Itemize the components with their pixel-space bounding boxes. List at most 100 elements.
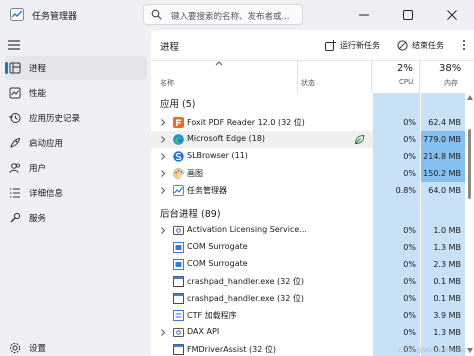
end-task-button[interactable]: 结束任务: [397, 36, 444, 54]
process-name: Activation Licensing Service...: [187, 225, 307, 234]
service-icon: [173, 328, 184, 337]
task-manager-logo-icon: [10, 8, 24, 21]
scroll-down-arrow-icon[interactable]: [467, 348, 473, 353]
process-name: 画图: [187, 169, 203, 178]
app-window-icon: [173, 276, 184, 287]
service-icon: [173, 226, 184, 235]
watermark: CSDN @WinOneHuang: [397, 347, 466, 354]
chevron-right-icon[interactable]: [160, 136, 166, 143]
active-indicator: [5, 62, 8, 74]
table-row[interactable]: DAX API 0% 1.3 MB: [151, 324, 467, 341]
minimize-icon: [359, 14, 369, 16]
foxit-icon: [173, 117, 184, 128]
page-title: 进程: [160, 42, 180, 53]
sidebar-item-processes[interactable]: 进程: [5, 56, 147, 80]
chevron-right-icon[interactable]: [160, 170, 166, 177]
sidebar-item-users[interactable]: 用户: [5, 156, 147, 180]
details-icon: [10, 188, 20, 198]
sidebar-item-performance[interactable]: 性能: [5, 81, 147, 105]
com-surrogate-icon: [173, 242, 184, 253]
more-options-button[interactable]: [459, 39, 469, 51]
slbrowser-icon: [173, 151, 184, 162]
column-header-status[interactable]: 状态: [301, 78, 315, 88]
process-name: SLBrowser (11): [187, 151, 248, 160]
vertical-scrollbar[interactable]: [467, 95, 473, 353]
run-new-task-label: 运行新任务: [340, 40, 380, 50]
sidebar-item-settings[interactable]: 设置: [5, 339, 147, 356]
search-box[interactable]: 键入要搜索的名称、发布者或...: [143, 4, 303, 25]
efficiency-mode-icon: [354, 134, 365, 145]
table-row[interactable]: CTF 加载程序 0% 3.9 MB: [151, 307, 467, 324]
column-divider[interactable]: [297, 61, 298, 93]
close-button[interactable]: [430, 0, 474, 30]
cpu-cell: 0%: [373, 256, 420, 273]
hamburger-menu-icon[interactable]: [8, 40, 20, 50]
end-task-icon: [397, 39, 408, 51]
group-header-apps: 应用 (5): [160, 99, 196, 110]
startup-apps-icon: [10, 137, 21, 148]
memory-cell: 2.3 MB: [421, 256, 465, 273]
column-divider[interactable]: [419, 61, 420, 93]
table-row[interactable]: 画图 0% 150.2 MB: [151, 165, 467, 182]
services-icon: [10, 212, 21, 223]
table-row[interactable]: Foxit PDF Reader 12.0 (32 位) 0% 62.4 MB: [151, 114, 467, 131]
memory-cell: 150.2 MB: [421, 165, 465, 182]
sidebar-item-startup-apps[interactable]: 启动应用: [5, 131, 147, 155]
column-header-name[interactable]: 名称: [160, 78, 174, 88]
close-icon: [447, 10, 457, 20]
process-name: FMDriverAssist (32 位): [187, 345, 276, 354]
search-icon: [151, 9, 162, 20]
sidebar-item-label: 设置: [29, 344, 47, 354]
sidebar-item-label: 启动应用: [29, 139, 64, 149]
app-title: 任务管理器: [32, 12, 78, 22]
table-row[interactable]: SLBrowser (11) 0% 214.8 MB: [151, 148, 467, 165]
chevron-right-icon[interactable]: [160, 187, 166, 194]
memory-cell: 62.4 MB: [421, 114, 465, 131]
app-history-icon: [9, 113, 21, 123]
toolbar-divider: [151, 60, 474, 61]
table-row[interactable]: crashpad_handler.exe (32 位) 0% 0.1 MB: [151, 290, 467, 307]
column-divider[interactable]: [371, 61, 372, 93]
process-name: COM Surrogate: [187, 242, 248, 251]
table-row[interactable]: COM Surrogate 0% 2.3 MB: [151, 256, 467, 273]
table-row[interactable]: Activation Licensing Service... 0% 1.0 M…: [151, 222, 467, 239]
table-row[interactable]: COM Surrogate 0% 1.3 MB: [151, 239, 467, 256]
maximize-button[interactable]: [386, 0, 430, 30]
column-header-cpu[interactable]: CPU: [399, 78, 413, 86]
processes-icon: [9, 62, 21, 74]
minimize-button[interactable]: [342, 0, 386, 30]
chevron-right-icon[interactable]: [160, 227, 166, 234]
memory-cell: 0.1 MB: [421, 273, 465, 290]
chevron-right-icon[interactable]: [160, 329, 166, 336]
table-row[interactable]: Microsoft Edge (18) 0% 779.0 MB: [151, 131, 467, 148]
paint-icon: [173, 168, 184, 179]
title-bar: 任务管理器 键入要搜索的名称、发布者或...: [0, 0, 474, 30]
sidebar-item-label: 性能: [29, 89, 47, 99]
sort-chevron-up-icon[interactable]: [215, 60, 223, 66]
column-header-memory[interactable]: 内存: [444, 78, 458, 88]
memory-cell: 0.1 MB: [421, 290, 465, 307]
sidebar-item-label: 用户: [29, 164, 47, 174]
process-name: 任务管理器: [187, 186, 227, 195]
memory-column-band: [421, 199, 465, 222]
scrollbar-thumb[interactable]: [468, 129, 471, 199]
sidebar-item-services[interactable]: 服务: [5, 206, 147, 230]
scroll-up-arrow-icon[interactable]: [467, 95, 473, 100]
process-name: crashpad_handler.exe (32 位): [187, 294, 304, 303]
app-window-icon: [173, 344, 184, 355]
sidebar-item-label: 详细信息: [29, 189, 64, 199]
sidebar-item-details[interactable]: 详细信息: [5, 181, 147, 205]
sidebar-item-app-history[interactable]: 应用历史记录: [5, 106, 147, 130]
run-new-task-button[interactable]: 运行新任务: [325, 36, 380, 54]
table-row[interactable]: crashpad_handler.exe (32 位) 0% 0.1 MB: [151, 273, 467, 290]
chevron-right-icon[interactable]: [160, 119, 166, 126]
memory-cell: 1.0 MB: [421, 222, 465, 239]
cpu-cell: 0%: [373, 114, 420, 131]
chevron-right-icon[interactable]: [160, 153, 166, 160]
cpu-cell: 0%: [373, 222, 420, 239]
com-surrogate-icon: [173, 259, 184, 270]
table-row[interactable]: 任务管理器 0.8% 64.0 MB: [151, 182, 467, 199]
maximize-icon: [403, 10, 413, 20]
cpu-cell: 0%: [373, 307, 420, 324]
cpu-cell: 0%: [373, 273, 420, 290]
